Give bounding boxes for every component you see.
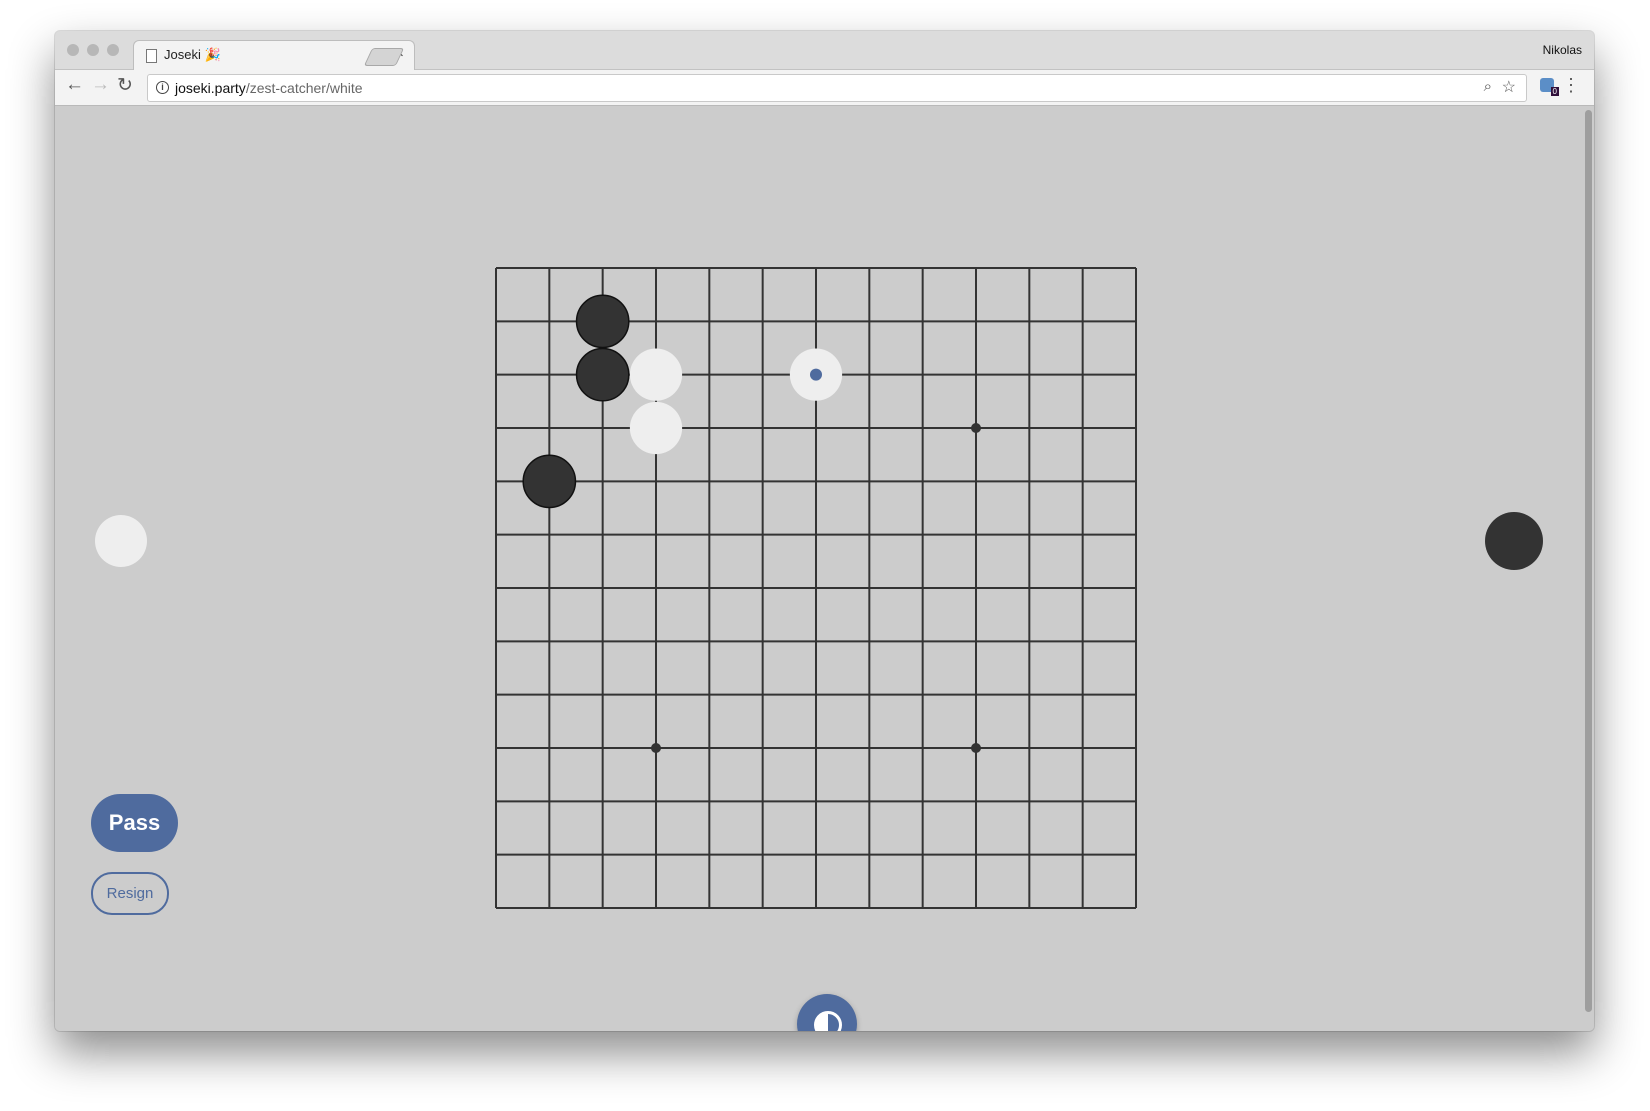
page-viewport: Pass Resign	[55, 106, 1594, 1031]
star-point	[971, 423, 981, 433]
url-text: joseki.party/zest-catcher/white	[175, 80, 363, 96]
address-bar[interactable]: i joseki.party/zest-catcher/white ⌕ ☆	[147, 74, 1527, 102]
document-icon	[146, 49, 157, 63]
white-stone	[629, 401, 683, 455]
minimize-window-button[interactable]	[87, 44, 99, 56]
maximize-window-button[interactable]	[107, 44, 119, 56]
theme-toggle-button[interactable]	[797, 994, 857, 1031]
close-window-button[interactable]	[67, 44, 79, 56]
pass-button[interactable]: Pass	[91, 794, 178, 852]
title-bar: Joseki 🎉 × Nikolas	[55, 31, 1594, 71]
opponent-black-stone-indicator	[1485, 512, 1543, 570]
bookmark-star-icon[interactable]: ☆	[1502, 77, 1516, 97]
resign-button[interactable]: Resign	[91, 872, 169, 915]
tab-title: Joseki 🎉	[164, 47, 221, 62]
browser-toolbar: ← → ↻ i joseki.party/zest-catcher/white …	[55, 70, 1594, 106]
zoom-icon[interactable]: ⌕	[1484, 78, 1492, 95]
extension-icon[interactable]: 0	[1540, 78, 1559, 96]
star-point	[651, 743, 661, 753]
browser-window: Joseki 🎉 × Nikolas ← → ↻ i joseki.party/…	[55, 31, 1594, 1031]
profile-name[interactable]: Nikolas	[1543, 43, 1582, 57]
player-white-stone-indicator	[95, 515, 147, 567]
last-move-marker	[810, 368, 822, 381]
extension-badge: 0	[1550, 87, 1559, 96]
browser-menu-icon[interactable]: ⋮	[1562, 75, 1580, 96]
go-board-svg[interactable]	[495, 267, 1137, 909]
star-point	[971, 743, 981, 753]
back-arrow-icon[interactable]: ←	[65, 74, 84, 96]
black-stone	[522, 454, 577, 509]
site-info-icon[interactable]: i	[156, 81, 169, 94]
contrast-icon	[814, 1011, 842, 1031]
black-stone	[575, 347, 630, 402]
vertical-scrollbar[interactable]	[1585, 110, 1592, 1012]
reload-icon[interactable]: ↻	[117, 74, 133, 97]
white-stone	[629, 348, 683, 401]
black-stone	[575, 294, 630, 349]
go-board[interactable]	[495, 267, 1137, 909]
forward-arrow-icon[interactable]: →	[91, 74, 110, 96]
